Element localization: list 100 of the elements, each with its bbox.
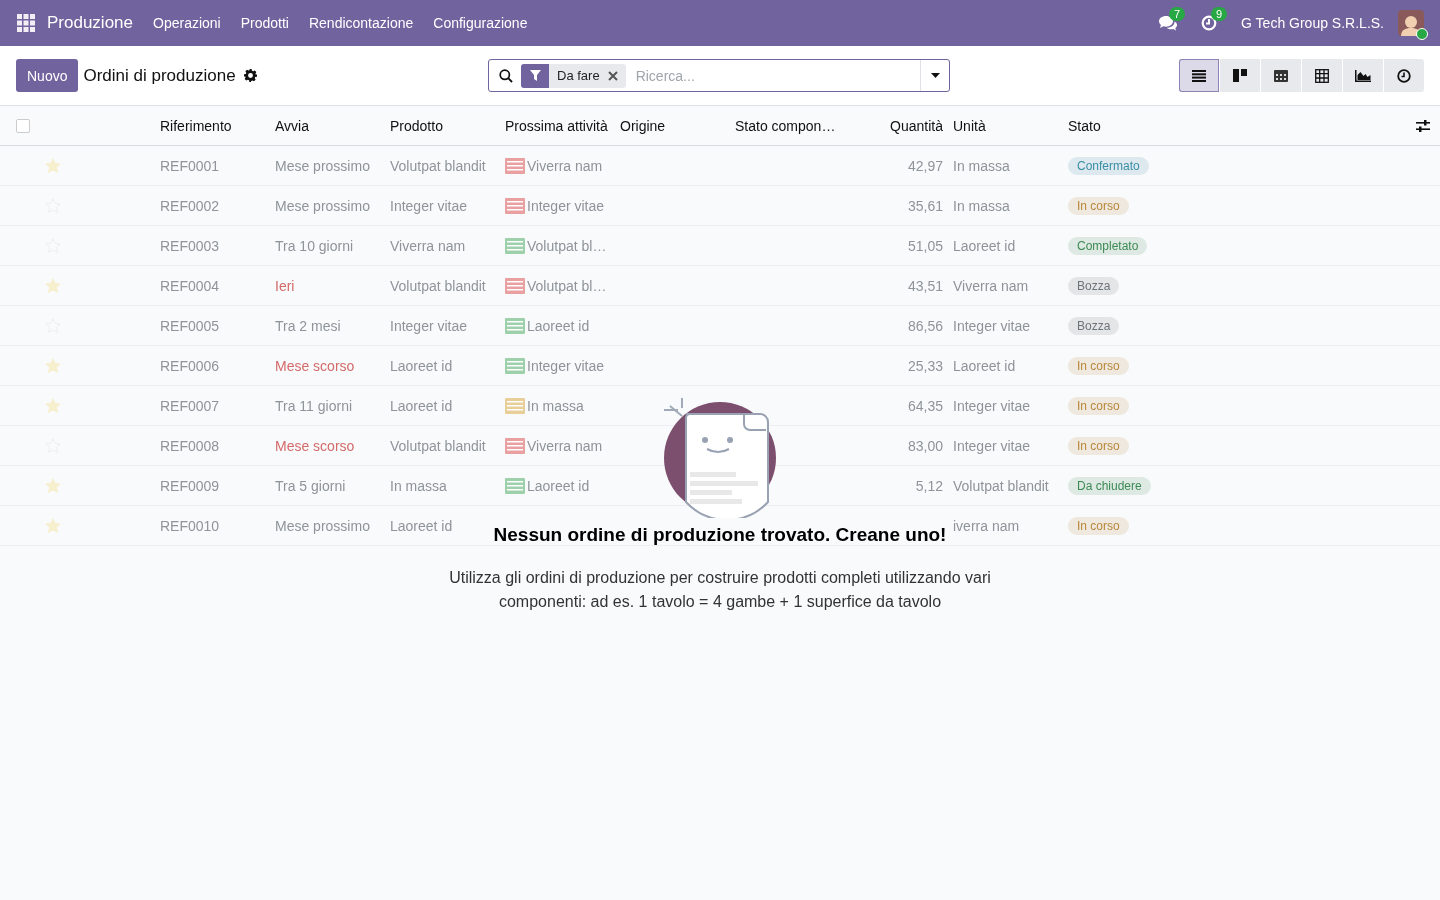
empty-state-title: Nessun ordine di produzione trovato. Creane uno!: [493, 524, 947, 546]
table-cell: Volutpat bl…: [527, 237, 607, 254]
table-cell-text: 64,35: [906, 397, 944, 414]
table-cell-text: Tra 11 giorni: [275, 397, 354, 414]
company-name[interactable]: G Tech Group S.R.L.S.: [1241, 15, 1384, 31]
column-header[interactable]: Avvia: [275, 117, 390, 134]
column-settings-icon[interactable]: [1416, 119, 1430, 132]
table-cell-text: 35,61: [906, 197, 944, 214]
table-cell-text: REF0007: [160, 397, 221, 414]
table-cell-text: Mese scorso: [275, 437, 356, 454]
table-cell-text: Integer vitae: [953, 397, 1032, 414]
filter-facet[interactable]: Da fare: [521, 63, 626, 88]
column-header[interactable]: Stato: [1068, 117, 1400, 134]
activity-icon[interactable]: [505, 277, 525, 294]
star-icon[interactable]: [45, 358, 61, 373]
filter-icon: [529, 70, 541, 81]
table-cell-text: 43,51: [906, 277, 944, 294]
messages-count: 7: [1169, 7, 1186, 21]
table-cell-text: 25,33: [906, 357, 944, 374]
table-cell: Laoreet id: [527, 477, 590, 494]
column-header[interactable]: Prossima attività: [505, 117, 620, 134]
table-cell-text: Integer vitae: [953, 437, 1032, 454]
status-badge: In corso: [1068, 196, 1129, 215]
view-switch-button[interactable]: [1343, 59, 1383, 92]
new-button[interactable]: Nuovo: [16, 59, 79, 92]
menu-item[interactable]: Configurazione: [433, 15, 528, 31]
status-badge: In corso: [1068, 436, 1129, 455]
status-badge: Completato: [1068, 236, 1148, 255]
column-header[interactable]: Riferimento: [160, 117, 275, 134]
activity-icon[interactable]: [505, 317, 525, 334]
activity-icon[interactable]: [505, 397, 525, 414]
column-header[interactable]: Quantità: [850, 117, 953, 134]
table-cell: Viverra nam: [527, 437, 603, 454]
close-icon[interactable]: [607, 70, 618, 81]
column-header[interactable]: Unità: [953, 117, 1068, 134]
star-icon[interactable]: [45, 158, 61, 173]
menu-item[interactable]: Rendicontazione: [308, 15, 414, 31]
table-cell-text: Volutpat blandit: [390, 277, 487, 294]
table-cell-text: Mese scorso: [275, 357, 356, 374]
select-all-checkbox[interactable]: [16, 118, 30, 133]
status-badge: In corso: [1068, 516, 1129, 535]
settings-icon[interactable]: [243, 69, 257, 82]
app-name[interactable]: Produzione: [47, 13, 133, 33]
activity-icon[interactable]: [505, 437, 525, 454]
caret-icon[interactable]: [930, 73, 940, 78]
columns-icon: [1233, 69, 1247, 82]
table-cell-text: Laoreet id: [390, 397, 454, 414]
column-header[interactable]: Stato compon…: [735, 117, 850, 134]
clock-icon[interactable]: [1201, 15, 1218, 31]
menu-item[interactable]: Prodotti: [240, 15, 289, 31]
view-switch-button[interactable]: [1179, 59, 1219, 92]
activity-icon[interactable]: [505, 477, 525, 494]
star-icon[interactable]: [45, 518, 61, 533]
table-cell-text: Laoreet id: [953, 357, 1017, 374]
activity-icon[interactable]: [505, 157, 525, 174]
star-icon[interactable]: [45, 398, 61, 413]
activity-icon[interactable]: [505, 197, 525, 214]
table-cell-text: 83,00: [906, 437, 944, 454]
table-cell-text: Viverra nam: [390, 237, 467, 254]
view-switch-button[interactable]: [1302, 59, 1342, 92]
table-cell-text: Viverra nam: [953, 277, 1030, 294]
view-switch-button[interactable]: [1384, 59, 1424, 92]
table-cell-text: In massa: [953, 157, 1011, 174]
empty-state-description: Utilizza gli ordini di produzione per costruire prodotti completi utilizzando vari componenti: ad es. 1 tavolo = 4 gambe + 1 superfice da tavolo: [448, 568, 992, 612]
activity-icon[interactable]: [505, 237, 525, 254]
table-cell-text: Tra 2 mesi: [275, 317, 342, 334]
activities-count: 9: [1211, 7, 1228, 21]
search-field[interactable]: Da fare Ricerca...: [488, 59, 950, 92]
menu-item[interactable]: Operazioni: [153, 15, 221, 31]
table-cell-text: Mese prossimo: [275, 517, 371, 534]
table-cell-text: REF0004: [160, 277, 221, 294]
table-icon: [1315, 68, 1329, 83]
status-badge: In corso: [1068, 396, 1129, 415]
activity-icon[interactable]: [505, 357, 525, 374]
table-cell-text: Integer vitae: [953, 317, 1032, 334]
table-cell: Integer vitae: [527, 197, 605, 214]
app-menu-icon[interactable]: [17, 14, 35, 32]
table-cell-text: REF0010: [160, 517, 221, 534]
column-header[interactable]: Prodotto: [390, 117, 505, 134]
table-cell-text: REF0001: [160, 157, 221, 174]
star-icon[interactable]: [45, 478, 61, 493]
status-badge: Bozza: [1068, 316, 1120, 335]
table-cell-text: iverra nam: [953, 517, 1021, 534]
table-cell-text: 86,56: [906, 317, 944, 334]
view-switch-button[interactable]: [1220, 59, 1260, 92]
star-icon[interactable]: [45, 278, 61, 293]
facet-label: Da fare: [557, 68, 600, 83]
area-chart-icon: [1355, 69, 1371, 82]
table-cell-text: REF0008: [160, 437, 221, 454]
table-cell-text: Volutpat blandit: [390, 437, 487, 454]
table-cell-text: REF0002: [160, 197, 221, 214]
table-cell-text: Tra 5 giorni: [275, 477, 347, 494]
column-header[interactable]: Origine: [620, 117, 735, 134]
table-cell: Laoreet id: [527, 317, 590, 334]
table-cell-text: Integer vitae: [390, 317, 469, 334]
view-switch-button[interactable]: [1261, 59, 1301, 92]
table-cell-text: Integer vitae: [390, 197, 469, 214]
table-cell-text: Tra 10 giorni: [275, 237, 355, 254]
table-cell-text: REF0009: [160, 477, 221, 494]
table-cell-text: REF0005: [160, 317, 221, 334]
